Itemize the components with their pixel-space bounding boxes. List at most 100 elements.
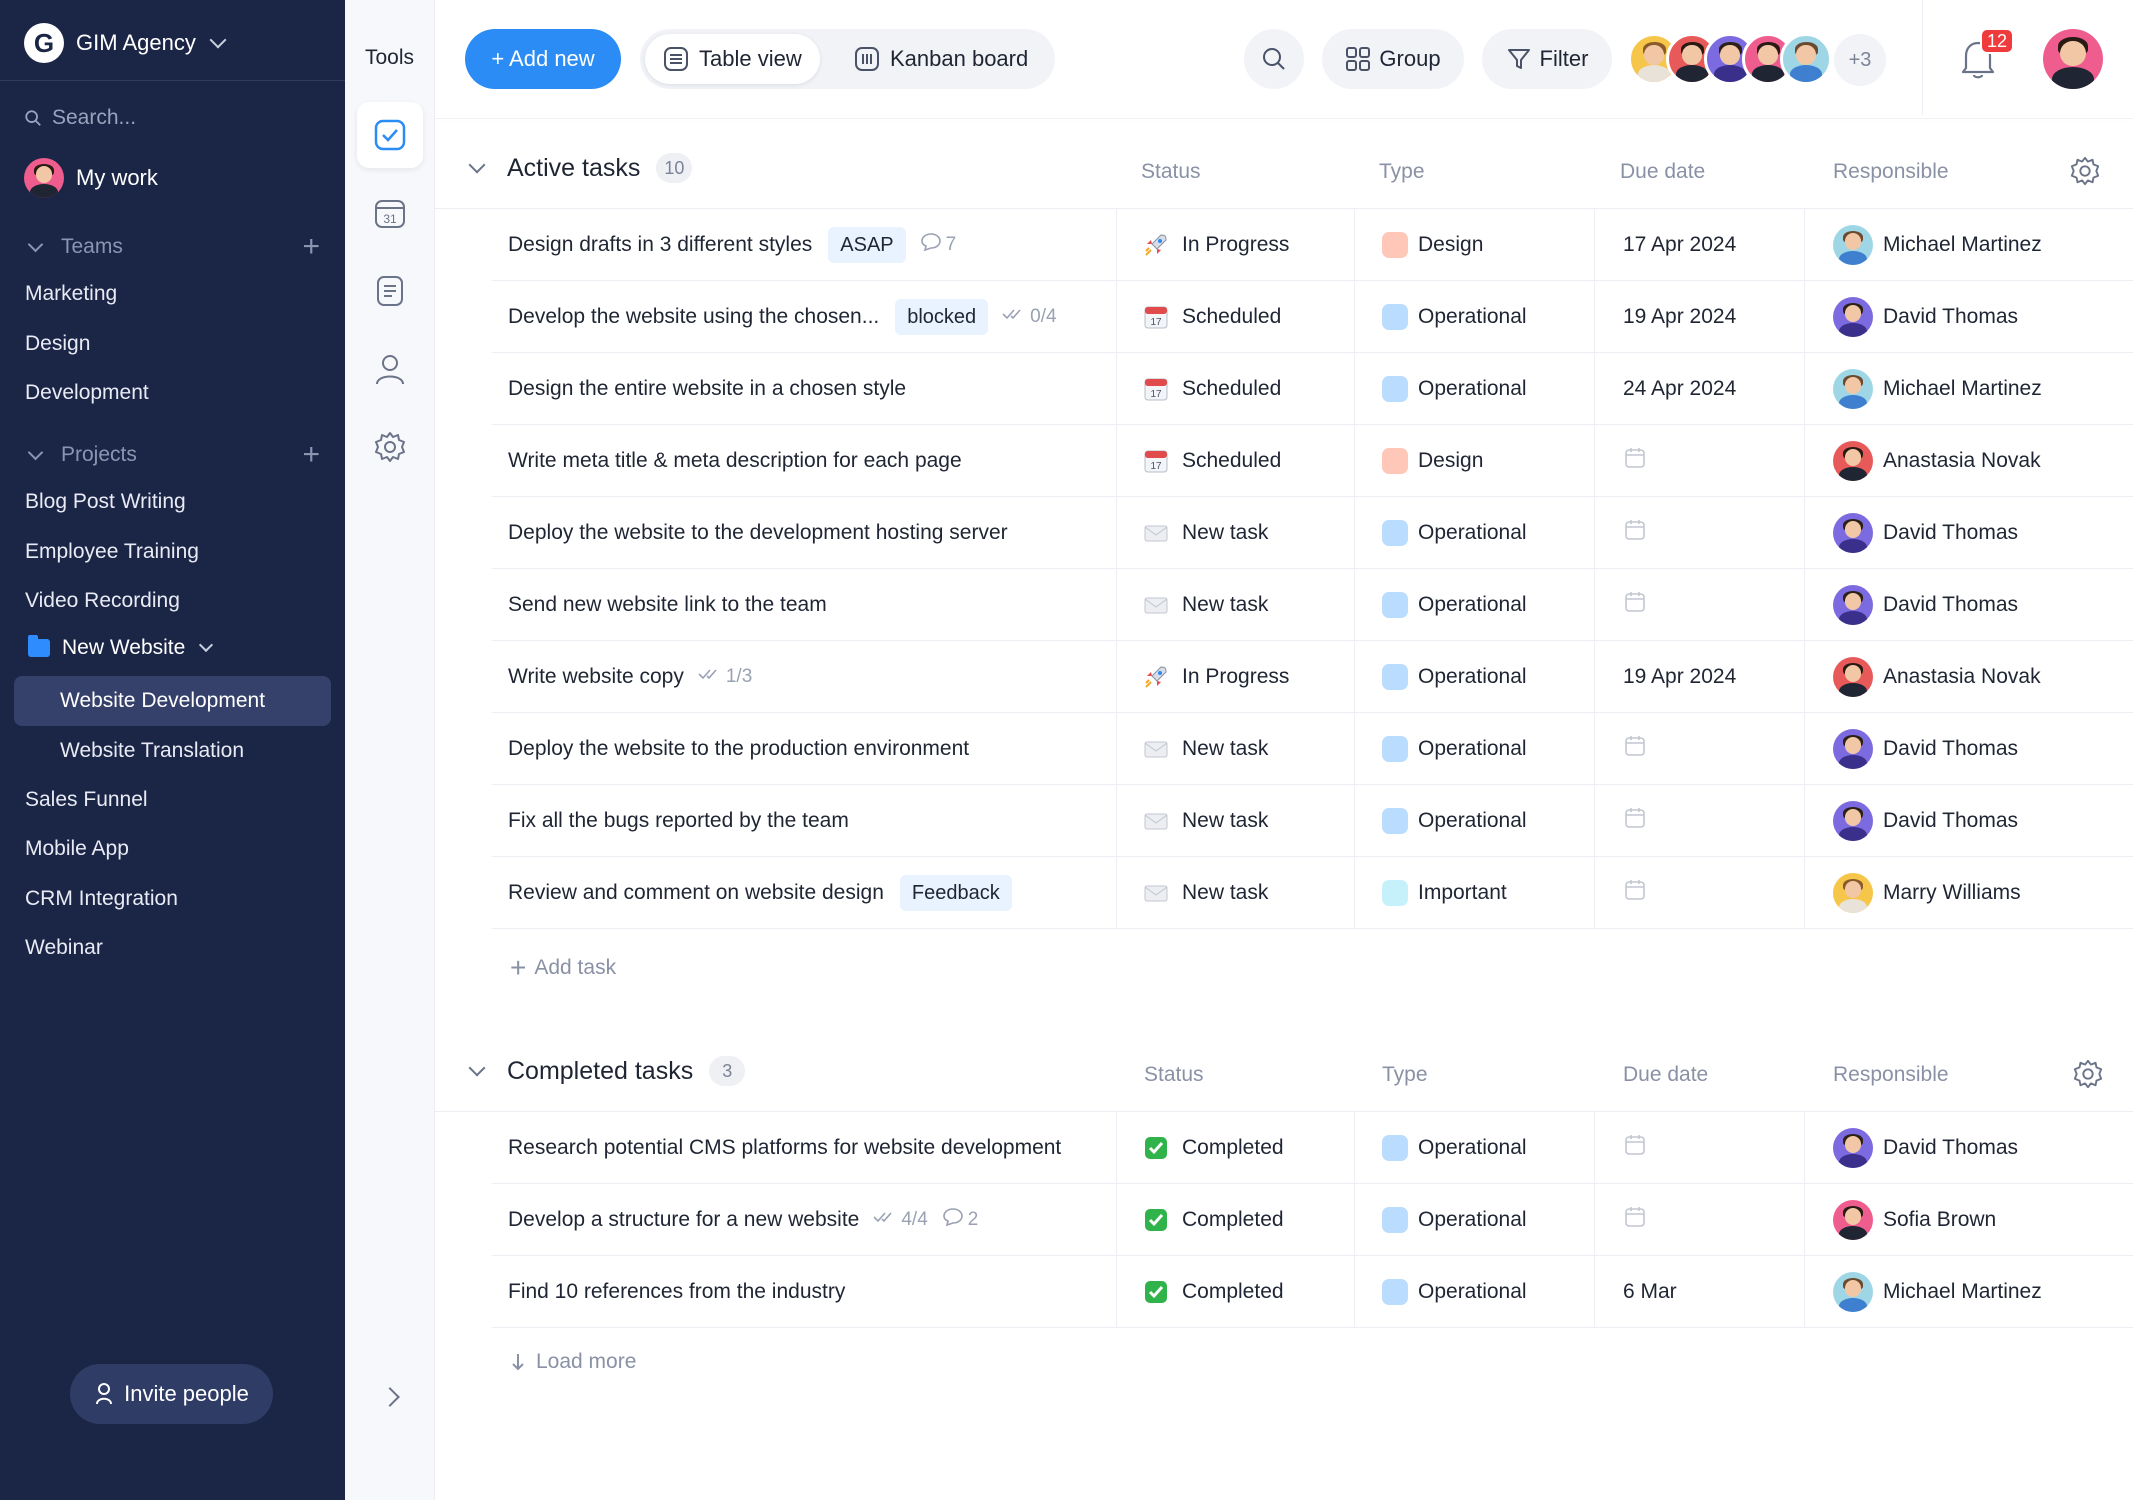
due-date[interactable]: 19 Apr 2024 xyxy=(1623,305,1736,329)
add-project-plus-icon[interactable]: + xyxy=(302,440,320,470)
tool-settings[interactable] xyxy=(357,414,423,480)
calendar-empty-icon[interactable] xyxy=(1623,590,1647,620)
tab-kanban-board[interactable]: Kanban board xyxy=(836,34,1046,84)
calendar-empty-icon[interactable] xyxy=(1623,518,1647,548)
column-settings-button[interactable] xyxy=(2072,1058,2104,1095)
tool-calendar[interactable]: 31 xyxy=(357,180,423,246)
sidebar-item-website-translation[interactable]: Website Translation xyxy=(14,726,331,776)
table-row[interactable]: Research potential CMS platforms for web… xyxy=(492,1112,2133,1184)
calendar-empty-icon[interactable] xyxy=(1623,806,1647,836)
due-date[interactable]: 6 Mar xyxy=(1623,1280,1677,1304)
status-cell[interactable]: New task xyxy=(1142,569,1268,641)
responsible-cell[interactable]: David Thomas xyxy=(1833,569,2018,641)
calendar-empty-icon[interactable] xyxy=(1623,446,1647,476)
type-cell[interactable]: Design xyxy=(1382,209,1483,281)
table-row[interactable]: Send new website link to the team New tas… xyxy=(492,569,2133,641)
completed-tasks-header[interactable]: Completed tasks 3 xyxy=(465,1056,746,1086)
responsible-cell[interactable]: Michael Martinez xyxy=(1833,1256,2042,1328)
task-name[interactable]: Design the entire website in a chosen st… xyxy=(508,377,906,401)
add-task-button[interactable]: + Add task xyxy=(510,952,616,984)
task-name[interactable]: Send new website link to the team xyxy=(508,593,827,617)
sidebar-item-mobile-app[interactable]: Mobile App xyxy=(25,837,129,861)
responsible-cell[interactable]: David Thomas xyxy=(1833,713,2018,785)
status-cell[interactable]: New task xyxy=(1142,857,1268,929)
add-team-plus-icon[interactable]: + xyxy=(302,232,320,262)
table-row[interactable]: Design drafts in 3 different styles ASAP 7… xyxy=(492,209,2133,281)
sidebar-item-sales-funnel[interactable]: Sales Funnel xyxy=(25,788,148,812)
table-row[interactable]: Write website copy 1/3 In Progress Operatio… xyxy=(492,641,2133,713)
calendar-empty-icon[interactable] xyxy=(1623,734,1647,764)
type-cell[interactable]: Operational xyxy=(1382,1256,1527,1328)
status-cell[interactable]: 17 Scheduled xyxy=(1142,425,1281,497)
column-header-responsible[interactable]: Responsible xyxy=(1833,160,1949,184)
task-name[interactable]: Design drafts in 3 different styles xyxy=(508,233,812,257)
table-row[interactable]: Deploy the website to the development ho… xyxy=(492,497,2133,569)
column-header-responsible[interactable]: Responsible xyxy=(1833,1063,1949,1087)
tab-table-view[interactable]: Table view xyxy=(645,34,820,84)
sidebar-item-employee-training[interactable]: Employee Training xyxy=(25,540,199,564)
task-name[interactable]: Develop a structure for a new website xyxy=(508,1208,859,1232)
type-cell[interactable]: Important xyxy=(1382,857,1507,929)
due-date[interactable]: 17 Apr 2024 xyxy=(1623,233,1736,257)
active-tasks-header[interactable]: Active tasks 10 xyxy=(465,153,693,183)
column-header-due-date[interactable]: Due date xyxy=(1623,1063,1708,1087)
tool-contacts[interactable] xyxy=(357,336,423,402)
task-name[interactable]: Deploy the website to the production env… xyxy=(508,737,969,761)
responsible-cell[interactable]: David Thomas xyxy=(1833,281,2018,353)
type-cell[interactable]: Operational xyxy=(1382,497,1527,569)
status-cell[interactable]: New task xyxy=(1142,497,1268,569)
column-settings-button[interactable] xyxy=(2069,155,2101,192)
sidebar-item-crm-integration[interactable]: CRM Integration xyxy=(25,887,178,911)
type-cell[interactable]: Operational xyxy=(1382,569,1527,641)
sidebar-search[interactable]: Search... xyxy=(24,106,136,130)
user-avatar-button[interactable] xyxy=(2043,29,2103,94)
expand-chevron-icon[interactable] xyxy=(380,1387,400,1407)
more-members-count[interactable]: +3 xyxy=(1834,34,1886,86)
status-cell[interactable]: In Progress xyxy=(1142,209,1289,281)
column-header-type[interactable]: Type xyxy=(1382,1063,1428,1087)
task-name[interactable]: Write website copy xyxy=(508,665,684,689)
due-date[interactable]: 24 Apr 2024 xyxy=(1623,377,1736,401)
table-row[interactable]: Find 10 references from the industry Comp… xyxy=(492,1256,2133,1328)
column-header-due-date[interactable]: Due date xyxy=(1620,160,1705,184)
workspace-switcher[interactable]: G GIM Agency xyxy=(24,22,227,64)
status-cell[interactable]: New task xyxy=(1142,713,1268,785)
task-name[interactable]: Deploy the website to the development ho… xyxy=(508,521,1008,545)
filter-button[interactable]: Filter xyxy=(1482,29,1612,89)
calendar-empty-icon[interactable] xyxy=(1623,878,1647,908)
task-name[interactable]: Fix all the bugs reported by the team xyxy=(508,809,849,833)
type-cell[interactable]: Operational xyxy=(1382,1112,1527,1184)
due-date[interactable]: 19 Apr 2024 xyxy=(1623,665,1736,689)
sidebar-item-design[interactable]: Design xyxy=(25,332,90,356)
task-tag[interactable]: Feedback xyxy=(899,875,1012,911)
task-name[interactable]: Write meta title & meta description for … xyxy=(508,449,962,473)
responsible-cell[interactable]: Marry Williams xyxy=(1833,857,2021,929)
sidebar-folder-new-website[interactable]: New Website xyxy=(28,635,214,660)
task-tag[interactable]: ASAP xyxy=(828,227,906,263)
responsible-cell[interactable]: Anastasia Novak xyxy=(1833,641,2041,713)
tool-tasks[interactable] xyxy=(357,102,423,168)
sidebar-item-blog-post-writing[interactable]: Blog Post Writing xyxy=(25,490,186,514)
status-cell[interactable]: New task xyxy=(1142,785,1268,857)
status-cell[interactable]: Completed xyxy=(1142,1184,1284,1256)
search-button[interactable] xyxy=(1244,29,1304,89)
type-cell[interactable]: Operational xyxy=(1382,785,1527,857)
table-row[interactable]: Develop a structure for a new website 4/4… xyxy=(492,1184,2133,1256)
responsible-cell[interactable]: Michael Martinez xyxy=(1833,353,2042,425)
invite-people-button[interactable]: Invite people xyxy=(70,1364,273,1424)
column-header-status[interactable]: Status xyxy=(1144,1063,1204,1087)
responsible-cell[interactable]: Michael Martinez xyxy=(1833,209,2042,281)
projects-section-header[interactable]: Projects + xyxy=(24,440,320,470)
responsible-cell[interactable]: David Thomas xyxy=(1833,497,2018,569)
responsible-cell[interactable]: David Thomas xyxy=(1833,785,2018,857)
task-name[interactable]: Develop the website using the chosen... xyxy=(508,305,879,329)
sidebar-item-website-development[interactable]: Website Development xyxy=(14,676,331,726)
table-row[interactable]: Write meta title & meta description for … xyxy=(492,425,2133,497)
add-new-button[interactable]: + Add new xyxy=(465,29,621,89)
sidebar-item-marketing[interactable]: Marketing xyxy=(25,282,117,306)
table-row[interactable]: Review and comment on website design Feed… xyxy=(492,857,2133,929)
task-name[interactable]: Review and comment on website design xyxy=(508,881,884,905)
sidebar-item-development[interactable]: Development xyxy=(25,381,149,405)
calendar-empty-icon[interactable] xyxy=(1623,1205,1647,1235)
table-row[interactable]: Develop the website using the chosen... b… xyxy=(492,281,2133,353)
